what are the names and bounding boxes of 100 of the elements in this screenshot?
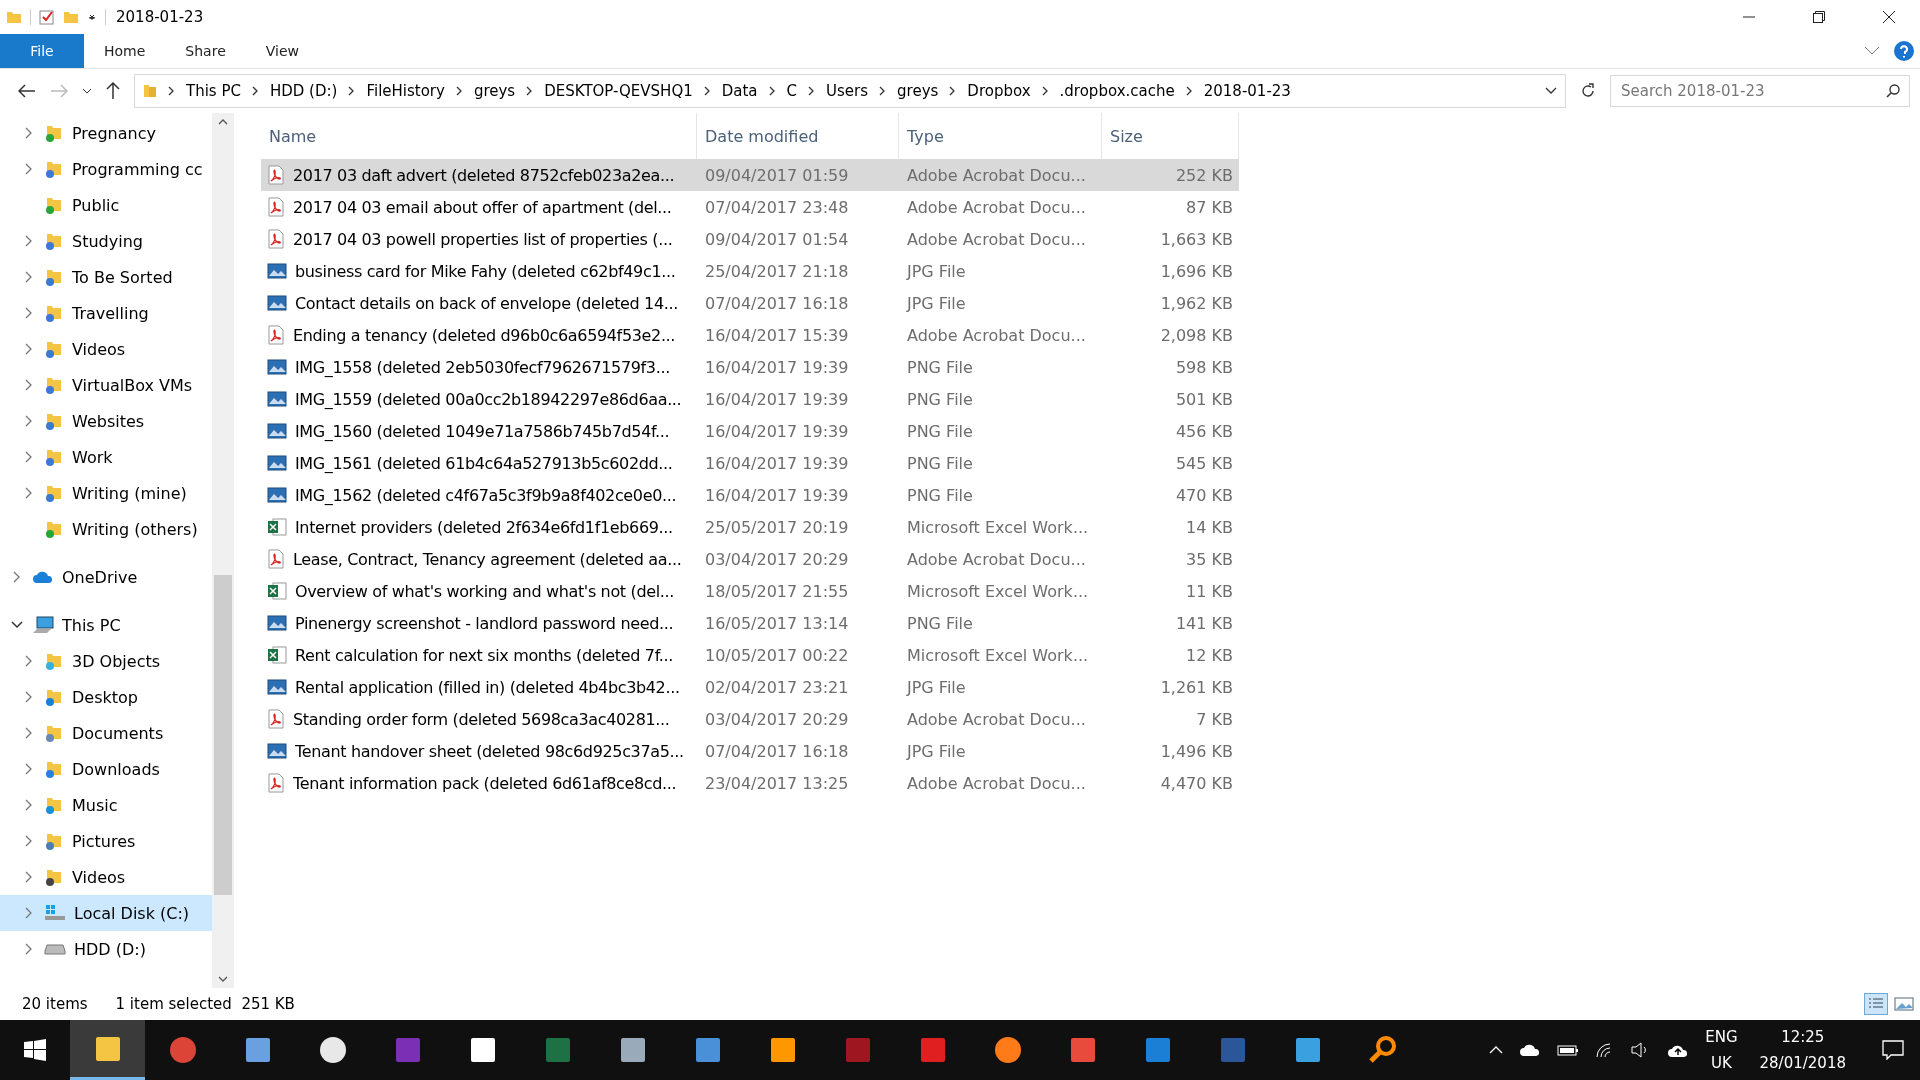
- file-row[interactable]: 2017 03 daft advert (deleted 8752cfeb023a2ea... 09/04/2017 01:59 Adobe Acrobat Docu... 252 KB: [261, 159, 1239, 191]
- sidebar-item[interactable]: Public: [0, 187, 212, 223]
- file-row[interactable]: Rent calculation for next six months (deleted 7f... 10/05/2017 00:22 Microsoft Excel Work... 12 KB: [261, 639, 1239, 671]
- properties-icon[interactable]: [39, 9, 55, 25]
- chevron-right-icon[interactable]: [768, 86, 776, 96]
- sidebar-item[interactable]: Downloads: [0, 751, 212, 787]
- clock[interactable]: 12:25 28/01/2018: [1759, 1024, 1846, 1076]
- sidebar-item[interactable]: Pictures: [0, 823, 212, 859]
- chevron-right-icon[interactable]: [879, 86, 887, 96]
- chevron-right-icon[interactable]: [251, 86, 259, 96]
- breadcrumb-item[interactable]: C: [786, 82, 798, 100]
- scrollbar-thumb[interactable]: [214, 575, 232, 895]
- chevron-up-icon[interactable]: [1489, 1046, 1504, 1054]
- sidebar-item[interactable]: HDD (D:): [0, 931, 212, 967]
- sidebar-item[interactable]: VirtualBox VMs: [0, 367, 212, 403]
- sidebar-item[interactable]: Pregnancy: [0, 115, 212, 151]
- sidebar-item[interactable]: Travelling: [0, 295, 212, 331]
- notifications-icon[interactable]: [1882, 1040, 1904, 1060]
- file-row[interactable]: business card for Mike Fahy (deleted c62bf49c1... 25/04/2017 21:18 JPG File 1,696 KB: [261, 255, 1239, 287]
- breadcrumb-item[interactable]: 2018-01-23: [1203, 82, 1291, 100]
- sidebar-item[interactable]: This PC: [0, 607, 212, 643]
- breadcrumb-item[interactable]: DESKTOP-QEVSHQ1: [544, 82, 693, 100]
- close-icon[interactable]: [1882, 10, 1896, 24]
- taskbar-app[interactable]: [70, 1020, 145, 1080]
- file-row[interactable]: Ending a tenancy (deleted d96b0c6a6594f53e2... 16/04/2017 15:39 Adobe Acrobat Docu... 2,098 KB: [261, 319, 1239, 351]
- sidebar-item[interactable]: Work: [0, 439, 212, 475]
- file-row[interactable]: IMG_1559 (deleted 00a0cc2b18942297e86d6aa... 16/04/2017 19:39 PNG File 501 KB: [261, 383, 1239, 415]
- chevron-right-icon[interactable]: [455, 86, 463, 96]
- file-row[interactable]: Pinenergy screenshot - landlord password need... 16/05/2017 13:14 PNG File 141 KB: [261, 607, 1239, 639]
- ribbon-tab[interactable]: Share: [165, 34, 246, 68]
- dropdown-icon[interactable]: [1545, 87, 1557, 95]
- breadcrumb-item[interactable]: Data: [721, 82, 758, 100]
- scroll-down-icon[interactable]: [218, 976, 228, 982]
- ribbon-tab[interactable]: Home: [84, 34, 166, 68]
- chevron-right-icon[interactable]: [348, 86, 356, 96]
- breadcrumb-item[interactable]: greys: [897, 82, 939, 100]
- size-cell-text: 141 KB: [1174, 613, 1234, 633]
- address-bar[interactable]: This PC HDD (D:) FileHistory greys DESKTOP-QEVSHQ1 Data C Users greys Dropbox .dropbox.cache 2018-01-23: [134, 74, 1566, 108]
- refresh-icon[interactable]: [1580, 83, 1596, 99]
- breadcrumb-item[interactable]: FileHistory: [366, 82, 445, 100]
- sidebar-item[interactable]: Writing (others): [0, 511, 212, 547]
- breadcrumb-item[interactable]: HDD (D:): [269, 82, 338, 100]
- sidebar-item[interactable]: Websites: [0, 403, 212, 439]
- back-arrow-icon[interactable]: [18, 84, 36, 98]
- chevron-right-icon[interactable]: [949, 86, 957, 96]
- sidebar-item[interactable]: Programming cc: [0, 151, 212, 187]
- file-row[interactable]: Internet providers (deleted 2f634e6fd1f1eb669... 25/05/2017 20:19 Microsoft Excel Work... 14 KB: [261, 511, 1239, 543]
- sidebar-item[interactable]: To Be Sorted: [0, 259, 212, 295]
- file-menu-button[interactable]: File: [0, 34, 84, 68]
- sidebar-item[interactable]: 3D Objects: [0, 643, 212, 679]
- chevron-right-icon[interactable]: [1041, 86, 1049, 96]
- cloud-icon[interactable]: [1519, 1043, 1542, 1057]
- file-row[interactable]: IMG_1560 (deleted 1049e71a7586b745b7d54f... 16/04/2017 19:39 PNG File 456 KB: [261, 415, 1239, 447]
- chevron-right-icon[interactable]: [703, 86, 711, 96]
- search-field[interactable]: Search 2018-01-23: [1610, 75, 1910, 107]
- file-row[interactable]: Lease, Contract, Tenancy agreement (deleted aa... 03/04/2017 20:29 Adobe Acrobat Docu... 35 KB: [261, 543, 1239, 575]
- scrollbar[interactable]: [212, 113, 234, 988]
- file-row[interactable]: 2017 04 03 powell properties list of properties (... 09/04/2017 01:54 Adobe Acrobat Docu... 1,663 KB: [261, 223, 1239, 255]
- large-icons-view-icon[interactable]: [1894, 996, 1914, 1012]
- breadcrumb-item[interactable]: This PC: [186, 82, 241, 100]
- sidebar-item[interactable]: Music: [0, 787, 212, 823]
- scroll-up-icon[interactable]: [218, 119, 228, 125]
- file-row[interactable]: Overview of what's working and what's not (del... 18/05/2017 21:55 Microsoft Excel Work... 11 KB: [261, 575, 1239, 607]
- breadcrumb-item[interactable]: .dropbox.cache: [1059, 82, 1175, 100]
- breadcrumb-item[interactable]: Users: [826, 82, 869, 100]
- file-row[interactable]: Rental application (filled in) (deleted 4b4bc3b42... 02/04/2017 23:21 JPG File 1,261 KB: [261, 671, 1239, 703]
- file-row[interactable]: Tenant handover sheet (deleted 98c6d925c37a5... 07/04/2017 16:18 JPG File 1,496 KB: [261, 735, 1239, 767]
- sidebar-item[interactable]: Documents: [0, 715, 212, 751]
- recent-dropdown-icon[interactable]: [82, 88, 92, 94]
- breadcrumb-item[interactable]: greys: [473, 82, 516, 100]
- breadcrumb-item[interactable]: Dropbox: [967, 82, 1031, 100]
- help-icon[interactable]: [1894, 41, 1914, 61]
- file-row[interactable]: Contact details on back of envelope (deleted 14... 07/04/2017 16:18 JPG File 1,962 KB: [261, 287, 1239, 319]
- chevron-right-icon[interactable]: [808, 86, 816, 96]
- sidebar-item[interactable]: Desktop: [0, 679, 212, 715]
- ribbon-tab[interactable]: View: [245, 34, 319, 68]
- sidebar-item[interactable]: Videos: [0, 859, 212, 895]
- date-cell-text: 18/05/2017 21:55: [704, 581, 850, 601]
- file-row[interactable]: Tenant information pack (deleted 6d61af8ce8cd... 23/04/2017 13:25 Adobe Acrobat Docu... 4,470 KB: [261, 767, 1239, 799]
- chevron-right-icon[interactable]: [168, 86, 175, 96]
- chevron-right-icon[interactable]: [1185, 86, 1193, 96]
- sidebar-item[interactable]: Studying: [0, 223, 212, 259]
- restore-icon[interactable]: [1812, 10, 1826, 24]
- language-indicator[interactable]: ENG UK: [1705, 1024, 1738, 1076]
- file-row[interactable]: 2017 04 03 email about offer of apartment (del... 07/04/2017 23:48 Adobe Acrobat Docu... 87 KB: [261, 191, 1239, 223]
- sidebar-item[interactable]: Videos: [0, 331, 212, 367]
- file-row[interactable]: IMG_1558 (deleted 2eb5030fecf7962671579f3... 16/04/2017 19:39 PNG File 598 KB: [261, 351, 1239, 383]
- battery-icon[interactable]: [1557, 1043, 1580, 1057]
- sidebar-item[interactable]: Local Disk (C:): [0, 895, 212, 931]
- chevron-right-icon[interactable]: [526, 86, 534, 96]
- file-row[interactable]: Standing order form (deleted 5698ca3ac40281... 03/04/2017 20:29 Adobe Acrobat Docu... 7 KB: [261, 703, 1239, 735]
- up-arrow-icon[interactable]: [106, 82, 120, 100]
- sidebar-item[interactable]: Writing (mine): [0, 475, 212, 511]
- windows-logo-icon[interactable]: [24, 1039, 46, 1061]
- folder-icon: [44, 195, 64, 215]
- sidebar-item[interactable]: OneDrive: [0, 559, 212, 595]
- chevron-down-icon[interactable]: [11, 621, 23, 629]
- file-row[interactable]: IMG_1561 (deleted 61b4c64a527913b5c602dd... 16/04/2017 19:39 PNG File 545 KB: [261, 447, 1239, 479]
- file-row[interactable]: IMG_1562 (deleted c4f67a5c3f9b9a8f402ce0e0... 16/04/2017 19:39 PNG File 470 KB: [261, 479, 1239, 511]
- dropdown-icon[interactable]: [87, 12, 97, 22]
